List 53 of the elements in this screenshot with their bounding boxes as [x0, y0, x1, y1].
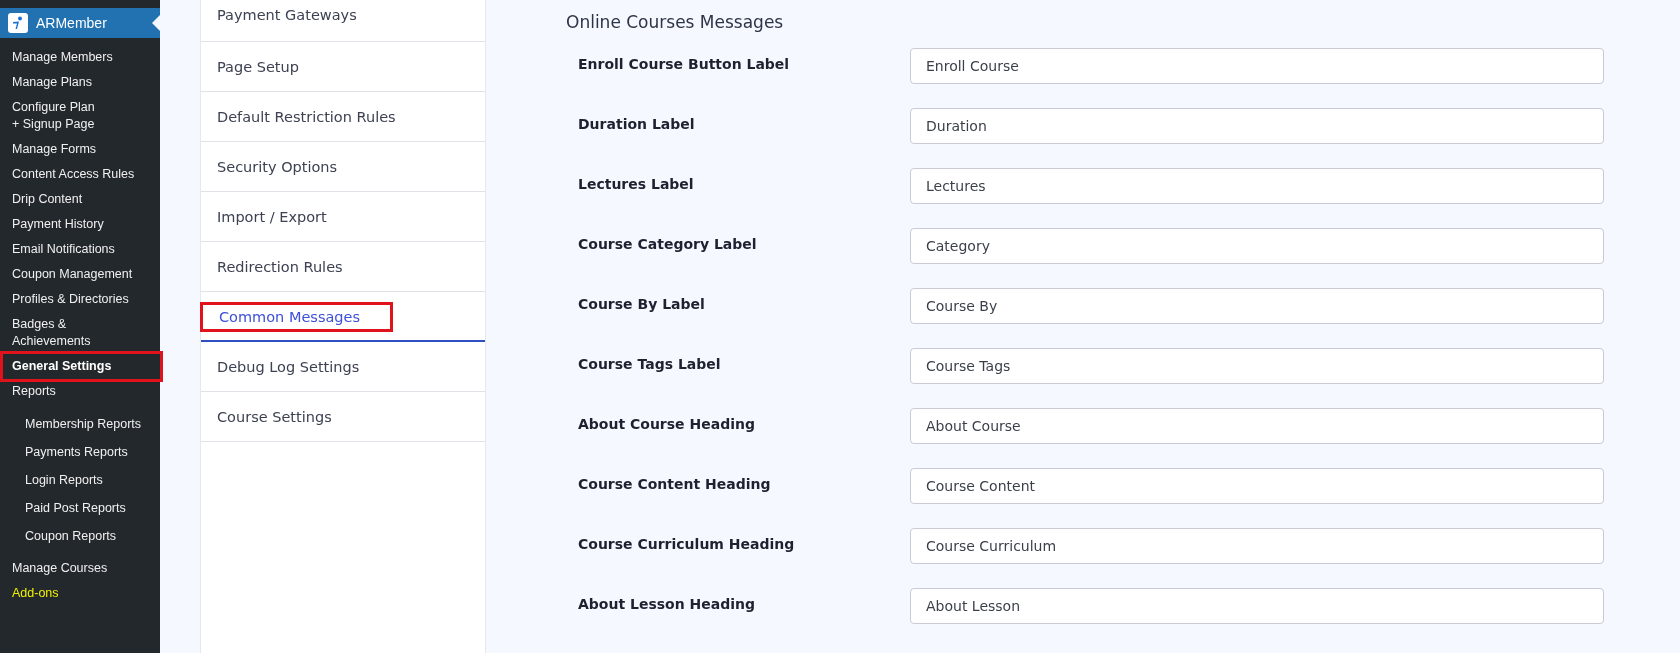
text-field[interactable]: About Lesson	[910, 587, 1604, 624]
field-label: Course Content Heading	[577, 474, 772, 494]
field-label: Course Curriculum Heading	[577, 534, 796, 554]
sidebar-subitem[interactable]: Coupon Reports	[13, 522, 129, 550]
logo-icon	[8, 13, 28, 33]
sidebar-item[interactable]: Content Access Rules	[0, 162, 147, 187]
text-field[interactable]: Duration	[910, 107, 1604, 144]
sidebar-subitem[interactable]: Login Reports	[13, 466, 115, 494]
sidebar-item[interactable]: Reports	[0, 379, 68, 404]
field-label: Lectures Label	[577, 174, 695, 194]
sidebar-item[interactable]: Email Notifications	[0, 237, 127, 262]
text-field[interactable]: Category	[910, 227, 1604, 264]
field-label: Course Category Label	[577, 234, 758, 254]
section-heading: Online Courses Messages	[566, 11, 785, 34]
sidebar-subitem[interactable]: Membership Reports	[13, 410, 153, 438]
settings-tab[interactable]: Redirection Rules	[201, 242, 485, 292]
sidebar-item[interactable]: Add-ons	[0, 581, 71, 606]
field-label: Enroll Course Button Label	[577, 54, 791, 74]
settings-tab[interactable]: Debug Log Settings	[201, 342, 485, 392]
sidebar-item[interactable]: Coupon Management	[0, 262, 145, 287]
settings-tab[interactable]: Default Restriction Rules	[201, 92, 485, 142]
settings-tab[interactable]: Common Messages	[201, 292, 485, 342]
text-field[interactable]: About Course	[910, 407, 1604, 444]
plugin-menu-header[interactable]: ARMember	[0, 8, 160, 38]
field-label: About Course Heading	[577, 414, 756, 434]
sidebar-item[interactable]: Configure Plan + Signup Page	[0, 95, 110, 137]
sidebar-item[interactable]: General Settings	[3, 354, 160, 379]
settings-tab[interactable]: Course Settings	[201, 392, 485, 442]
text-field[interactable]: Enroll Course	[910, 47, 1604, 84]
settings-tab[interactable]: Import / Export	[201, 192, 485, 242]
sidebar-item[interactable]: Drip Content	[0, 187, 95, 212]
sidebar-subitem[interactable]: Payments Reports	[13, 438, 140, 466]
sidebar-item[interactable]: Manage Courses	[0, 556, 120, 581]
field-label: About Lesson Heading	[577, 594, 757, 614]
sidebar-item[interactable]: Manage Plans	[0, 70, 104, 95]
sidebar-item[interactable]: Payment History	[0, 212, 116, 237]
plugin-name: ARMember	[36, 13, 107, 33]
field-label: Course Tags Label	[577, 354, 722, 374]
text-field[interactable]: Course Content	[910, 467, 1604, 504]
sidebar-item[interactable]: Manage Members	[0, 45, 125, 70]
text-field[interactable]: Course By	[910, 287, 1604, 324]
settings-tab[interactable]: Security Options	[201, 142, 485, 192]
text-field[interactable]: Course Tags	[910, 347, 1604, 384]
sidebar-item[interactable]: Profiles & Directories	[0, 287, 141, 312]
field-label: Duration Label	[577, 114, 696, 134]
text-field[interactable]: Lectures	[910, 167, 1604, 204]
settings-tab[interactable]: Payment Gateways	[201, 0, 485, 42]
text-field[interactable]: Course Curriculum	[910, 527, 1604, 564]
sidebar-subitem[interactable]: Paid Post Reports	[13, 494, 138, 522]
sidebar-item[interactable]: Manage Forms	[0, 137, 109, 162]
field-label: Course By Label	[577, 294, 706, 314]
sidebar-item[interactable]: Badges & Achievements	[0, 312, 110, 354]
settings-tab[interactable]: Page Setup	[201, 42, 485, 92]
